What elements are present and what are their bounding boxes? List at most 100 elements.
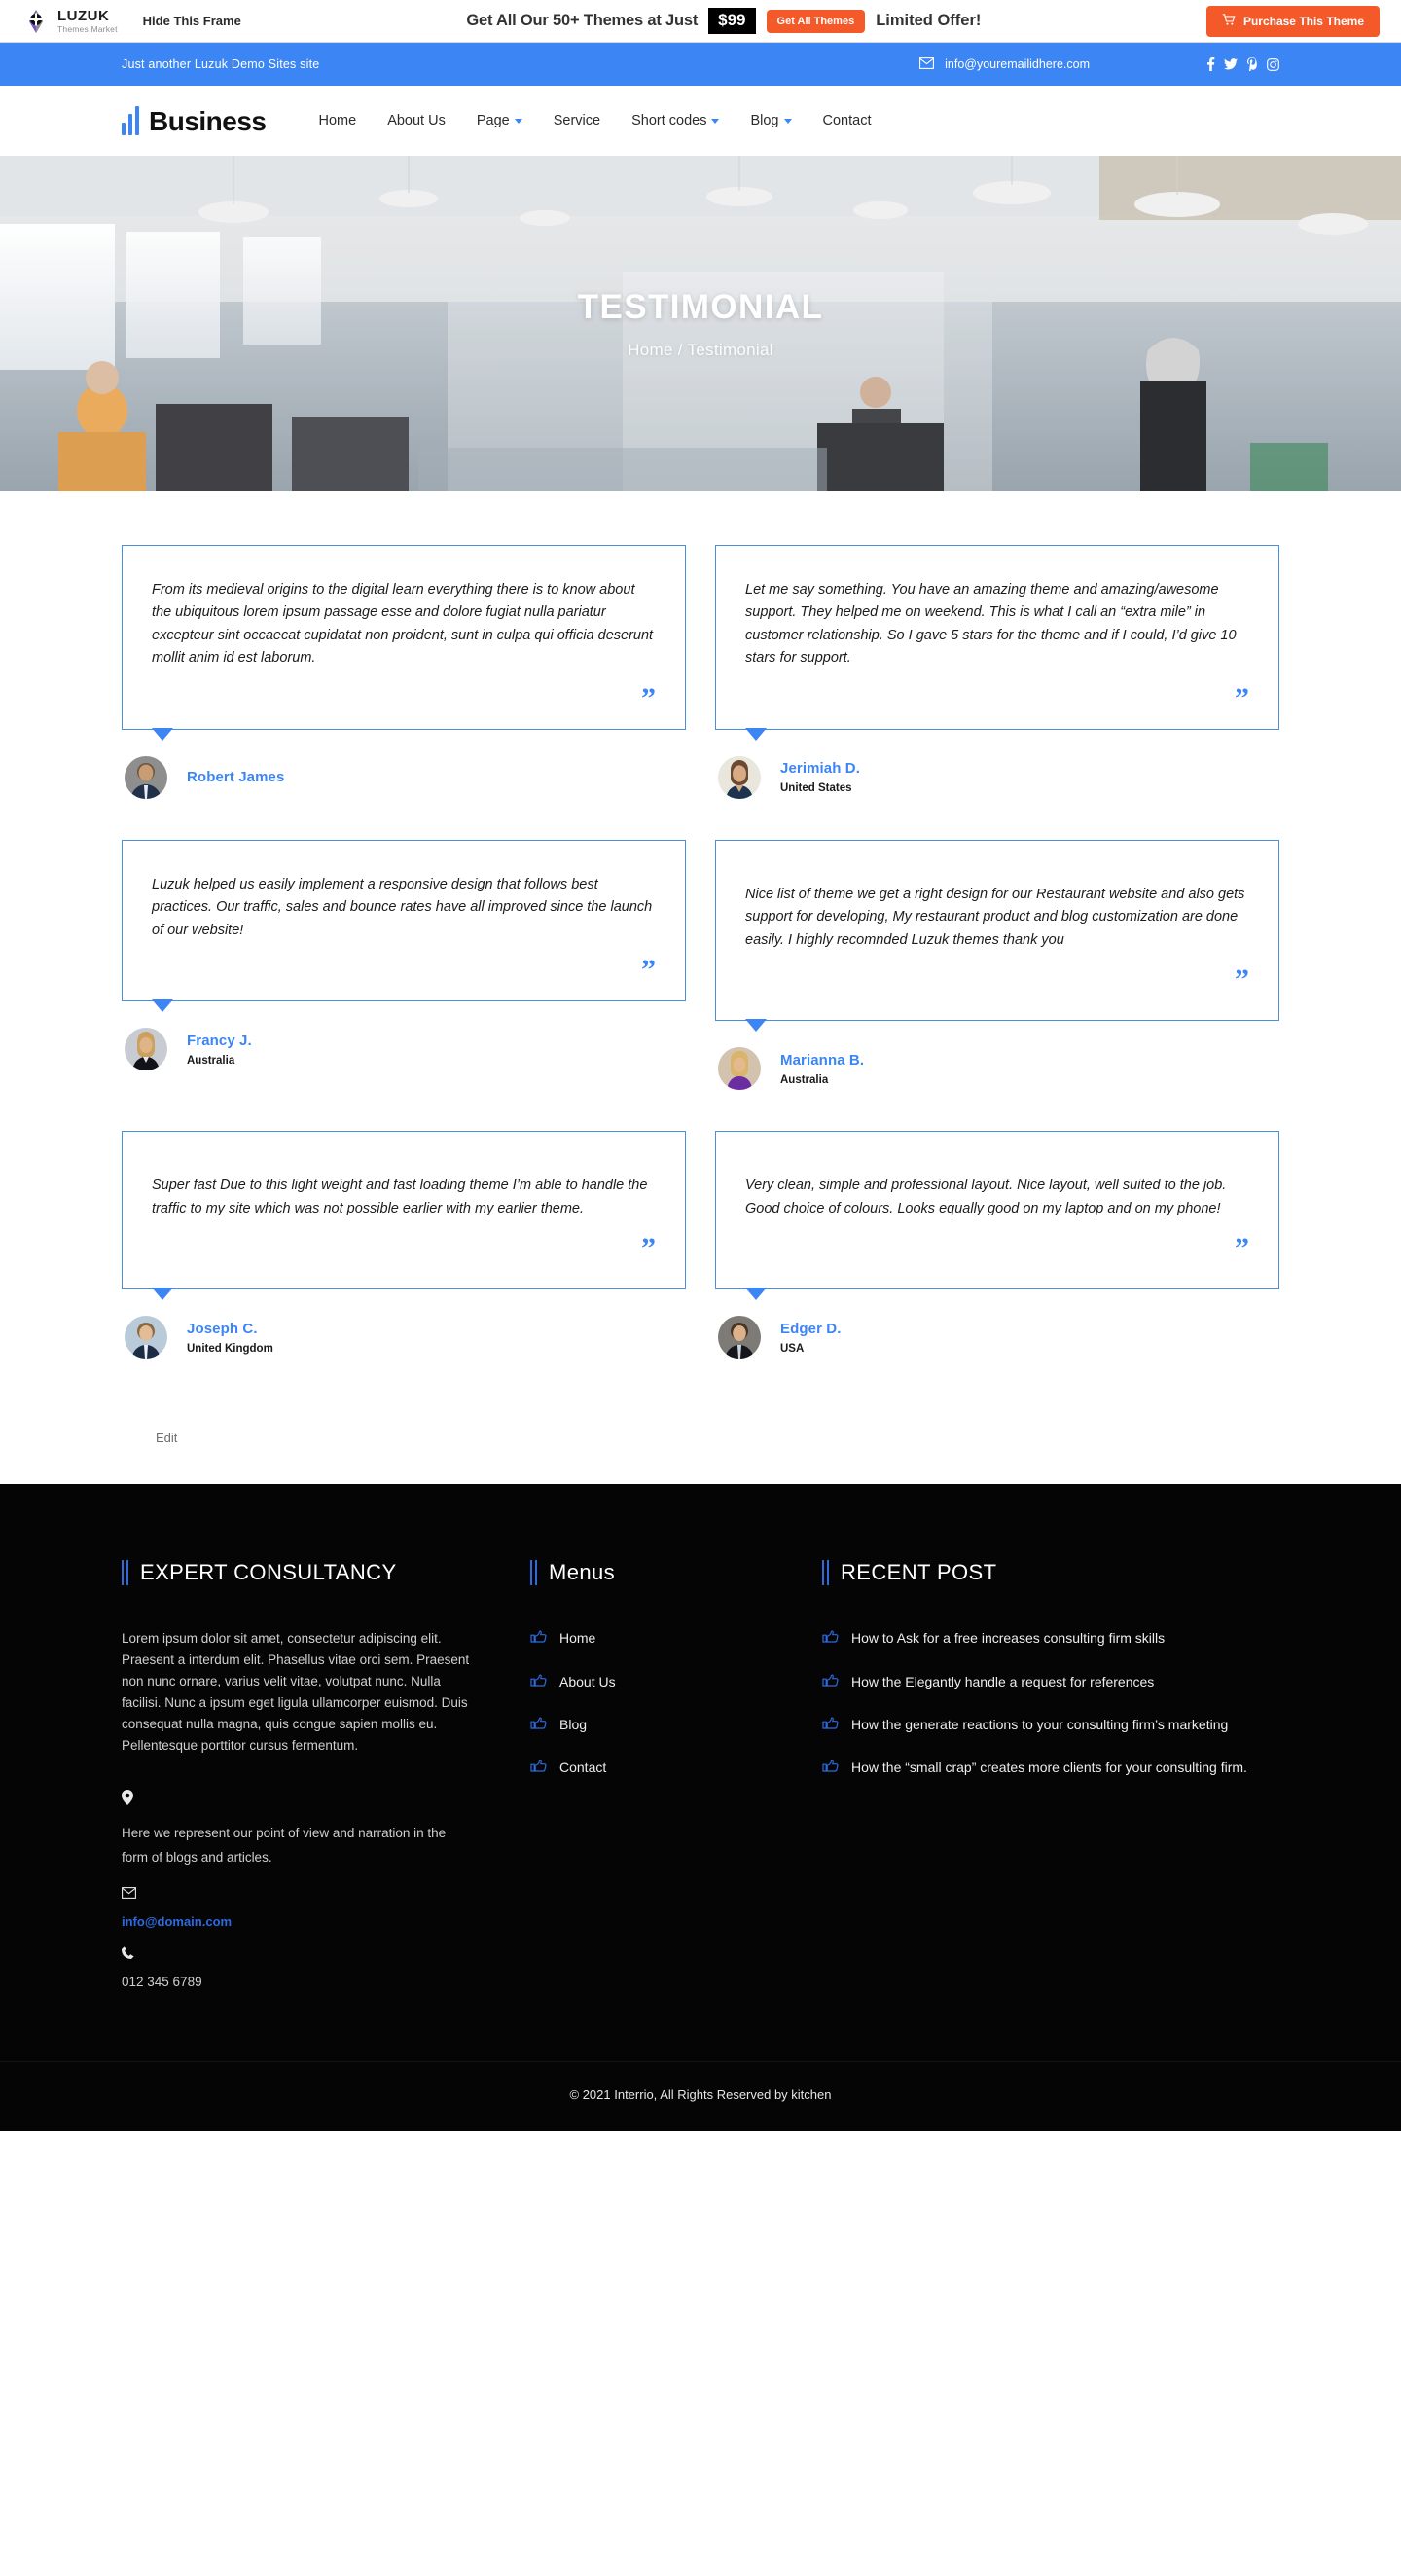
author-location: United Kingdom xyxy=(187,1342,273,1355)
nav-item-about-us[interactable]: About Us xyxy=(387,113,446,128)
page-title: TESTIMONIAL xyxy=(577,287,824,326)
testimonial-text: Luzuk helped us easily implement a respo… xyxy=(152,876,653,938)
heading-accent-bars-icon xyxy=(530,1560,537,1586)
breadcrumb-home[interactable]: Home xyxy=(628,341,673,359)
author-name[interactable]: Robert James xyxy=(187,769,284,785)
nav-item-contact[interactable]: Contact xyxy=(823,113,872,128)
pointing-hand-icon xyxy=(822,1759,839,1778)
card-pointer xyxy=(152,1288,173,1301)
footer-heading-expert-consultancy: EXPERT CONSULTANCY xyxy=(122,1560,472,1586)
hide-this-frame-button[interactable]: Hide This Frame xyxy=(143,14,241,28)
luzuk-logo[interactable]: LUZUK Themes Market xyxy=(21,7,118,36)
recent-post-title: How the generate reactions to your consu… xyxy=(851,1716,1229,1732)
testimonial-row: Super fast Due to this light weight and … xyxy=(122,1131,1279,1360)
footer-menu-item-home[interactable]: Home xyxy=(530,1628,822,1649)
recent-post-item[interactable]: How the Elegantly handle a request for r… xyxy=(822,1672,1279,1692)
luzuk-logo-title: LUZUK xyxy=(57,7,110,24)
avatar xyxy=(125,755,167,799)
author-location: Australia xyxy=(780,1073,829,1086)
card-pointer xyxy=(745,727,767,741)
testimonial-author: Edger D. USA xyxy=(715,1316,1279,1360)
pointing-hand-icon xyxy=(822,1673,839,1692)
author-name[interactable]: Francy J. xyxy=(187,1033,252,1049)
testimonial-card: Luzuk helped us easily implement a respo… xyxy=(122,839,686,1013)
get-all-themes-button[interactable]: Get All Themes xyxy=(766,9,866,33)
nav-label: Contact xyxy=(822,113,872,128)
footer-heading-menus: Menus xyxy=(530,1560,822,1586)
quote-icon: ” xyxy=(641,681,656,714)
footer-menu-label: Home xyxy=(559,1630,596,1647)
footer-menu-item-blog[interactable]: Blog xyxy=(530,1715,822,1735)
footer-recent-post-list: How to Ask for a free increases consulti… xyxy=(822,1628,1279,1778)
site-footer: EXPERT CONSULTANCY Lorem ipsum dolor sit… xyxy=(0,1484,1401,2131)
chevron-down-icon xyxy=(783,118,792,124)
testimonial-item: Very clean, simple and professional layo… xyxy=(715,1131,1279,1360)
author-name[interactable]: Edger D. xyxy=(780,1321,841,1337)
site-brand-logo[interactable]: Business xyxy=(122,106,267,135)
luzuk-logo-subtitle: Themes Market xyxy=(57,23,118,34)
author-name[interactable]: Joseph C. xyxy=(187,1321,273,1337)
breadcrumb-current: Testimonial xyxy=(687,340,773,359)
footer-phone[interactable]: 012 345 6789 xyxy=(122,1975,472,1989)
avatar xyxy=(125,1316,167,1360)
luzuk-frame-bar: LUZUK Themes Market Hide This Frame Get … xyxy=(0,0,1401,43)
pointing-hand-icon xyxy=(530,1673,547,1692)
twitter-icon[interactable] xyxy=(1224,58,1238,70)
author-name[interactable]: Marianna B. xyxy=(780,1052,864,1069)
nav-item-page[interactable]: Page xyxy=(477,113,522,128)
quote-icon: ” xyxy=(1235,963,1249,997)
promo-price-badge: $99 xyxy=(708,8,756,34)
instagram-icon[interactable] xyxy=(1267,57,1279,71)
testimonial-author: Marianna B. Australia xyxy=(715,1047,1279,1091)
site-topbar: Just another Luzuk Demo Sites site info@… xyxy=(0,43,1401,86)
testimonial-author: Robert James xyxy=(122,755,686,799)
testimonial-text: Very clean, simple and professional layo… xyxy=(745,1178,1227,1216)
author-location: USA xyxy=(780,1342,805,1355)
pointing-hand-icon xyxy=(530,1716,547,1735)
nav-item-home[interactable]: Home xyxy=(319,113,357,128)
copyright-text: © 2021 Interrio, All Rights Reserved by … xyxy=(0,2060,1401,2131)
testimonial-item: Super fast Due to this light weight and … xyxy=(122,1131,686,1360)
nav-item-short-codes[interactable]: Short codes xyxy=(631,113,720,128)
testimonial-card: Let me say something. You have an amazin… xyxy=(715,545,1279,741)
recent-post-item[interactable]: How the generate reactions to your consu… xyxy=(822,1715,1279,1735)
author-location: Australia xyxy=(187,1054,235,1067)
testimonial-card: Super fast Due to this light weight and … xyxy=(122,1131,686,1301)
quote-icon: ” xyxy=(641,954,656,987)
main-navbar: Business Home About Us Page Service Shor… xyxy=(0,86,1401,156)
phone-icon xyxy=(122,1946,472,1964)
pointing-hand-icon xyxy=(822,1716,839,1735)
testimonials-section: From its medieval origins to the digital… xyxy=(122,491,1279,1397)
chevron-down-icon xyxy=(711,118,720,124)
testimonial-item: Let me say something. You have an amazin… xyxy=(715,545,1279,799)
edit-link[interactable]: Edit xyxy=(122,1397,1279,1484)
nav-label: Short codes xyxy=(631,113,707,128)
recent-post-item[interactable]: How to Ask for a free increases consulti… xyxy=(822,1628,1279,1649)
chevron-down-icon xyxy=(514,118,522,124)
testimonial-author: Jerimiah D. United States xyxy=(715,755,1279,799)
recent-post-item[interactable]: How the “small crap” creates more client… xyxy=(822,1758,1279,1778)
footer-menu-item-about-us[interactable]: About Us xyxy=(530,1672,822,1692)
pinterest-icon[interactable] xyxy=(1246,57,1258,71)
purchase-this-theme-button[interactable]: Purchase This Theme xyxy=(1205,5,1380,37)
topbar-email-text: info@youremailidhere.com xyxy=(945,57,1090,71)
recent-post-title: How to Ask for a free increases consulti… xyxy=(851,1630,1166,1647)
limited-offer-text: Limited Offer! xyxy=(876,12,982,29)
purchase-button-label: Purchase This Theme xyxy=(1242,14,1364,28)
nav-item-service[interactable]: Service xyxy=(554,113,600,128)
testimonial-card: Very clean, simple and professional layo… xyxy=(715,1131,1279,1301)
footer-menu-item-contact[interactable]: Contact xyxy=(530,1758,822,1778)
nav-item-blog[interactable]: Blog xyxy=(750,113,792,128)
footer-email-link[interactable]: info@domain.com xyxy=(122,1914,472,1929)
topbar-email[interactable]: info@youremailidhere.com xyxy=(919,56,1090,72)
facebook-icon[interactable] xyxy=(1206,57,1215,71)
quote-icon: ” xyxy=(1235,681,1249,714)
testimonial-item: From its medieval origins to the digital… xyxy=(122,545,686,799)
envelope-icon xyxy=(122,1886,472,1904)
avatar xyxy=(718,755,761,799)
avatar xyxy=(718,1316,761,1360)
quote-icon: ” xyxy=(1235,1232,1249,1265)
author-name[interactable]: Jerimiah D. xyxy=(780,760,860,777)
pointing-hand-icon xyxy=(530,1629,547,1649)
nav-label: About Us xyxy=(387,113,446,128)
